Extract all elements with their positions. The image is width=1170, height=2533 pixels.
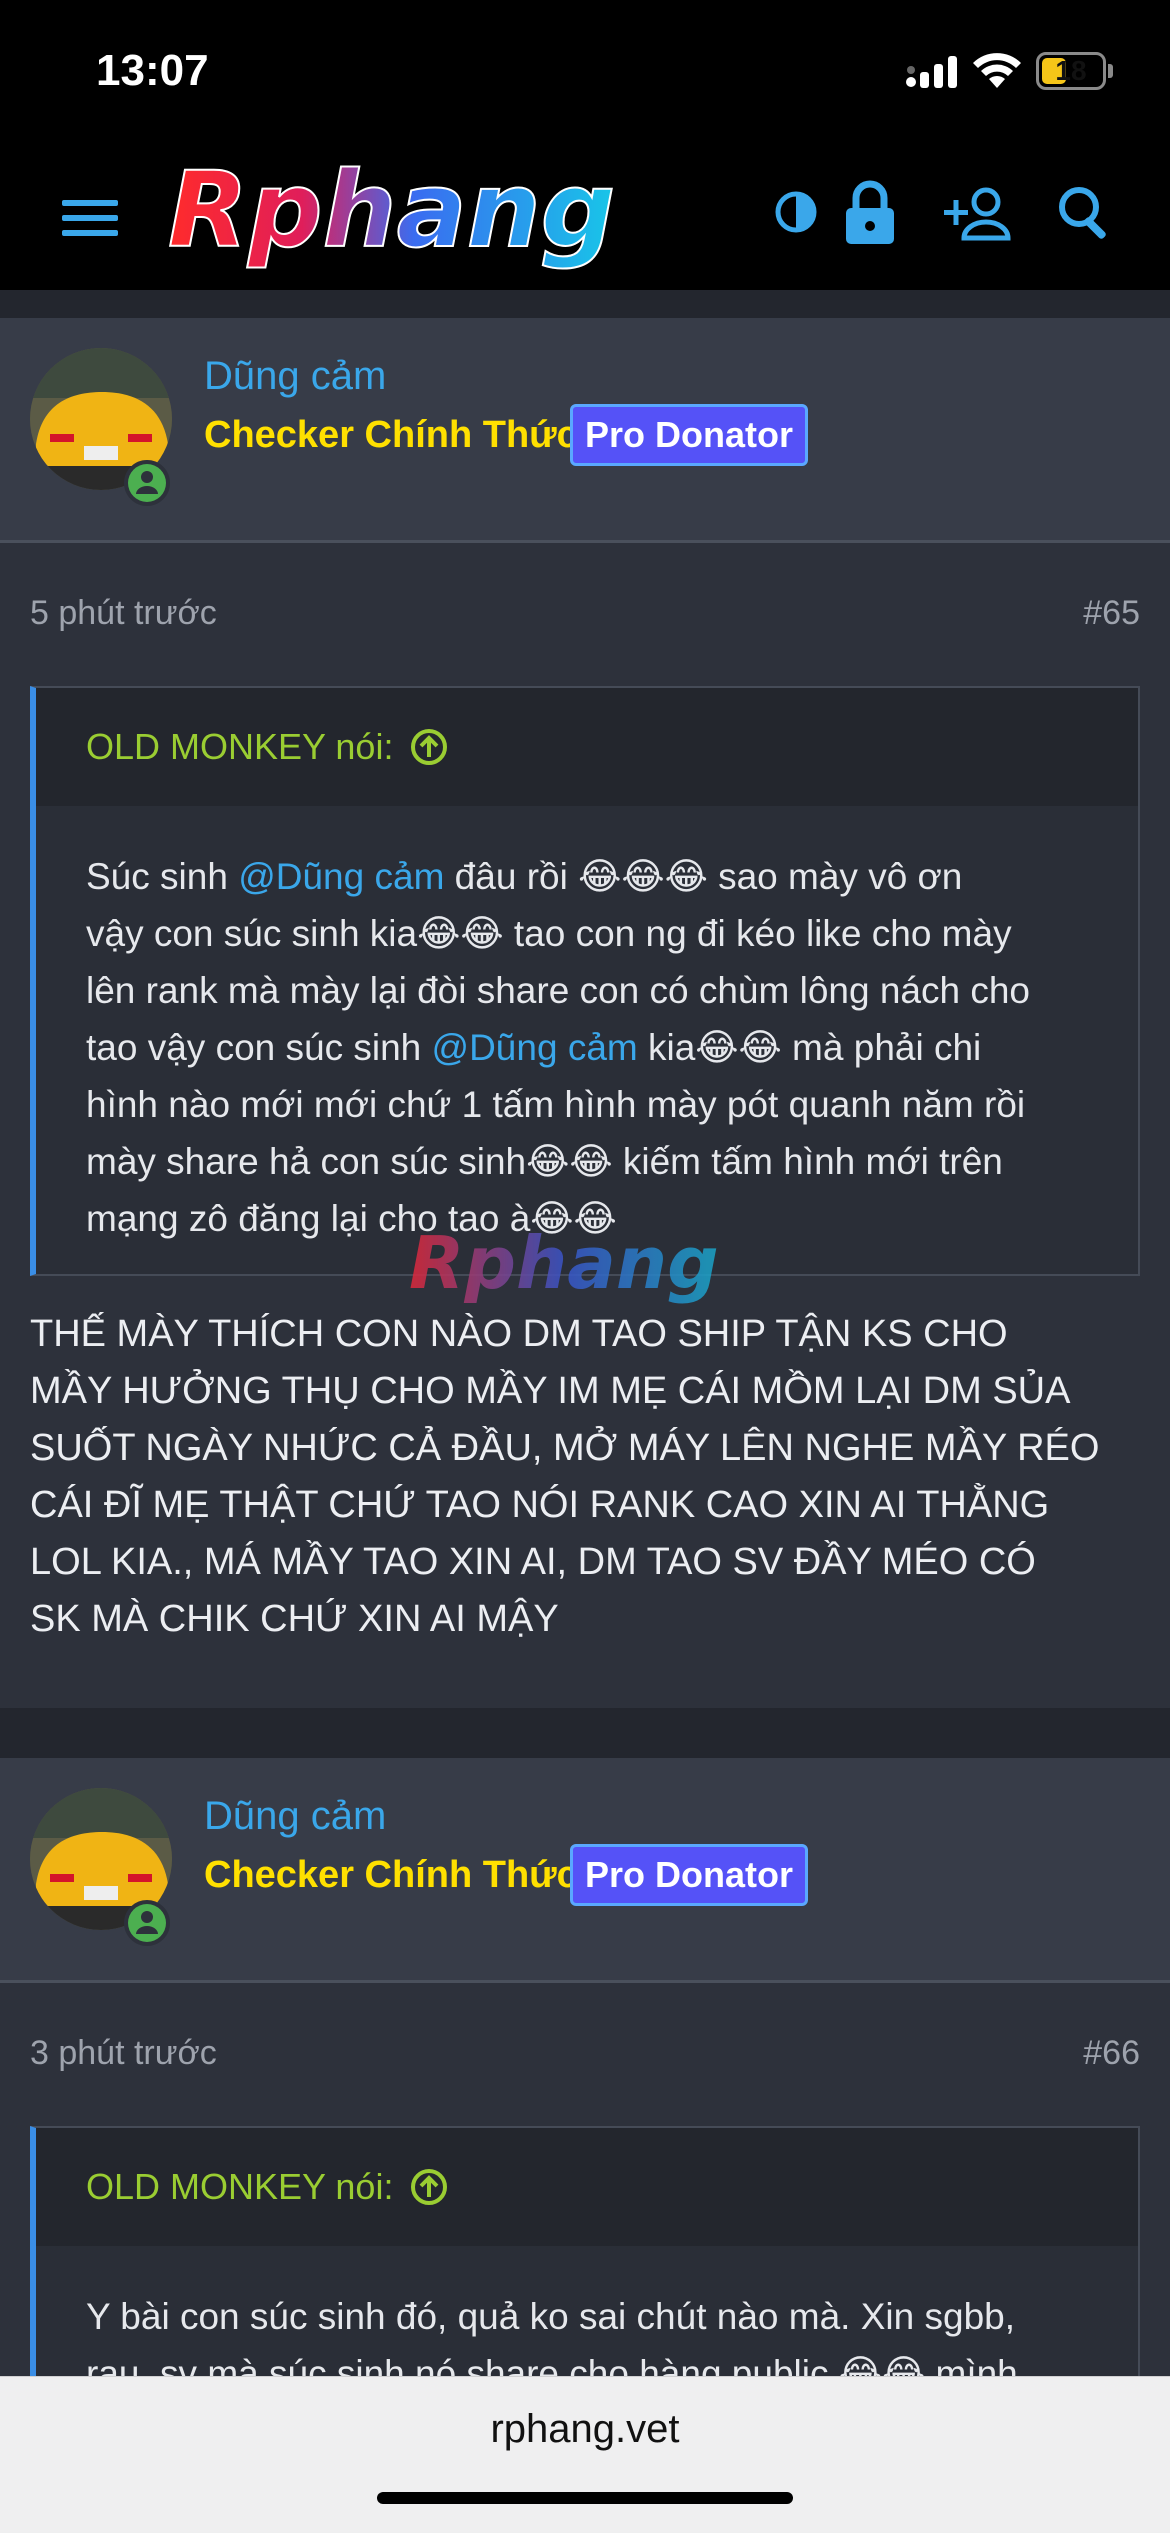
cellular-signal-icon: [906, 56, 957, 88]
user-badge: Pro Donator: [570, 404, 809, 466]
quote-header[interactable]: OLD MONKEY nói:: [36, 688, 1138, 806]
status-bar: 13:07 18: [0, 0, 1170, 150]
post-content: THẾ MÀY THÍCH CON NÀO DM TAO SHIP TẬN KS…: [30, 1313, 1100, 1640]
post-time[interactable]: 3 phút trước: [30, 2034, 217, 2073]
arrow-up-circle-icon[interactable]: [409, 727, 449, 767]
online-indicator: [124, 460, 170, 506]
username[interactable]: Dũng cảm: [204, 1794, 386, 1839]
home-indicator[interactable]: [377, 2492, 793, 2504]
online-indicator: [124, 1900, 170, 1946]
status-time: 13:07: [96, 46, 209, 95]
theme-toggle-icon[interactable]: [774, 190, 818, 234]
watermark-text: Rphang: [409, 1221, 719, 1305]
site-logo[interactable]: Rphang: [160, 160, 730, 270]
user-mention[interactable]: @Dũng cảm: [238, 856, 444, 897]
user-title: Checker Chính Thức: [204, 414, 578, 456]
quote-content: Súc sinh @Dũng cảm đâu rồi 😂😂😂 sao mày v…: [86, 856, 1031, 1239]
quote-block: OLD MONKEY nói: Súc sinh @Dũng cảm đâu r…: [30, 686, 1140, 1276]
user-badge: Pro Donator: [570, 1844, 809, 1906]
post-number[interactable]: #66: [1083, 2034, 1140, 2073]
post-time[interactable]: 5 phút trước: [30, 594, 217, 633]
quote-author[interactable]: OLD MONKEY nói:: [86, 726, 449, 768]
post-66: Dũng cảm Checker Chính Thức Pro Donator …: [0, 1758, 1170, 2426]
battery-level: 18: [1055, 55, 1087, 86]
user-mention[interactable]: @Dũng cảm: [432, 1027, 638, 1068]
add-user-icon[interactable]: [944, 186, 1014, 242]
url-text[interactable]: rphang.vet: [0, 2407, 1170, 2452]
watermark-logo: Rphang: [409, 1221, 719, 1305]
quote-header[interactable]: OLD MONKEY nói:: [36, 2128, 1138, 2246]
arrow-up-circle-icon[interactable]: [409, 2167, 449, 2207]
post-number[interactable]: #65: [1083, 594, 1140, 633]
menu-icon[interactable]: [60, 196, 120, 240]
lock-icon[interactable]: [842, 180, 898, 246]
post-user-header: Dũng cảm Checker Chính Thức Pro Donator: [0, 1758, 1170, 1983]
logo-text: Rphang: [168, 160, 615, 270]
user-title: Checker Chính Thức: [204, 1854, 578, 1896]
post-65: Dũng cảm Checker Chính Thức Pro Donator …: [0, 318, 1170, 1708]
browser-address-bar[interactable]: rphang.vet: [0, 2376, 1170, 2533]
username[interactable]: Dũng cảm: [204, 354, 386, 399]
wifi-icon: [973, 53, 1021, 88]
quote-author[interactable]: OLD MONKEY nói:: [86, 2166, 449, 2208]
search-icon[interactable]: [1056, 184, 1114, 242]
post-user-header: Dũng cảm Checker Chính Thức Pro Donator: [0, 318, 1170, 543]
battery-icon: 18: [1036, 52, 1106, 90]
